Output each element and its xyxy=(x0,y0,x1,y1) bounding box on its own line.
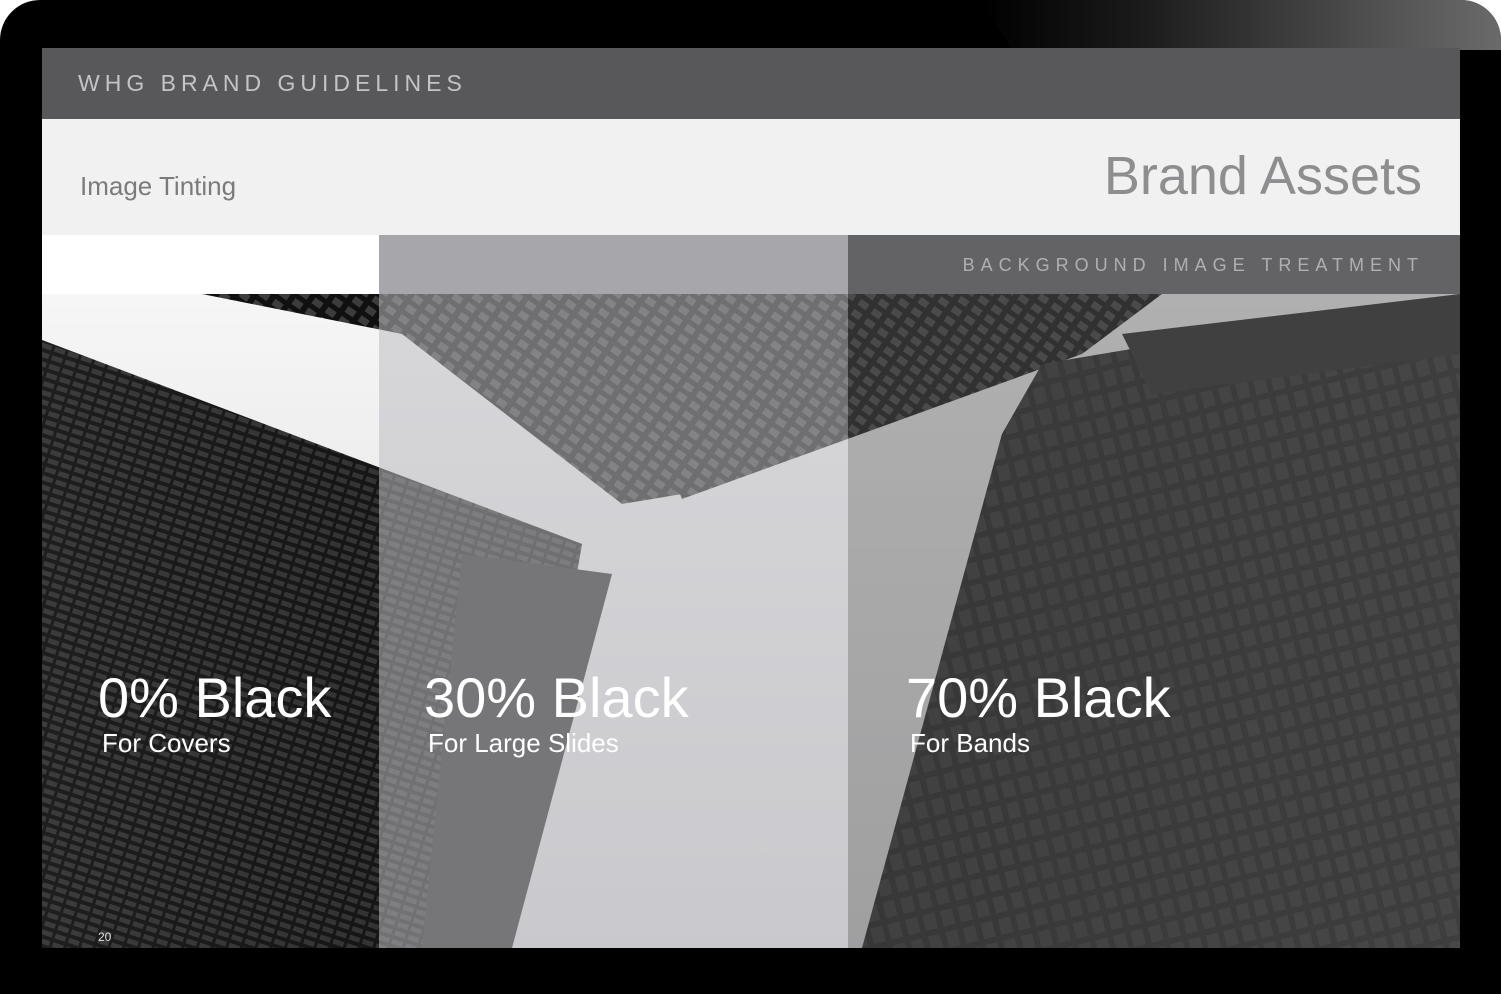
treatment-title: 70% Black xyxy=(906,666,1171,729)
treatment-usage: For Bands xyxy=(910,728,1030,758)
background-photo: 0% Black For Covers 30% Black For Large … xyxy=(42,235,1460,948)
page-number: 20 xyxy=(98,930,112,944)
page-title: Brand Assets xyxy=(1103,146,1422,206)
treatment-70: 70% Black For Bands xyxy=(906,666,1171,759)
treatment-title: 30% Black xyxy=(424,666,689,729)
device-frame: WHG BRAND GUIDELINES Image Tinting Brand… xyxy=(0,0,1501,994)
tint-70-overlay xyxy=(848,235,1460,948)
section-subtitle: Image Tinting xyxy=(80,171,237,201)
brand-title: WHG BRAND GUIDELINES xyxy=(78,70,467,96)
band-white xyxy=(42,235,379,294)
treatment-0: 0% Black For Covers xyxy=(98,666,332,759)
treatment-30: 30% Black For Large Slides xyxy=(424,666,689,759)
treatment-title: 0% Black xyxy=(98,666,332,729)
top-bar: WHG BRAND GUIDELINES xyxy=(42,48,1460,119)
slide-screen: WHG BRAND GUIDELINES Image Tinting Brand… xyxy=(42,48,1460,948)
slide-header: Image Tinting Brand Assets xyxy=(42,119,1460,235)
treatment-usage: For Covers xyxy=(102,728,231,758)
bezel-glare xyxy=(981,0,1501,50)
tint-30-overlay xyxy=(379,235,848,948)
treatment-usage: For Large Slides xyxy=(428,728,619,758)
